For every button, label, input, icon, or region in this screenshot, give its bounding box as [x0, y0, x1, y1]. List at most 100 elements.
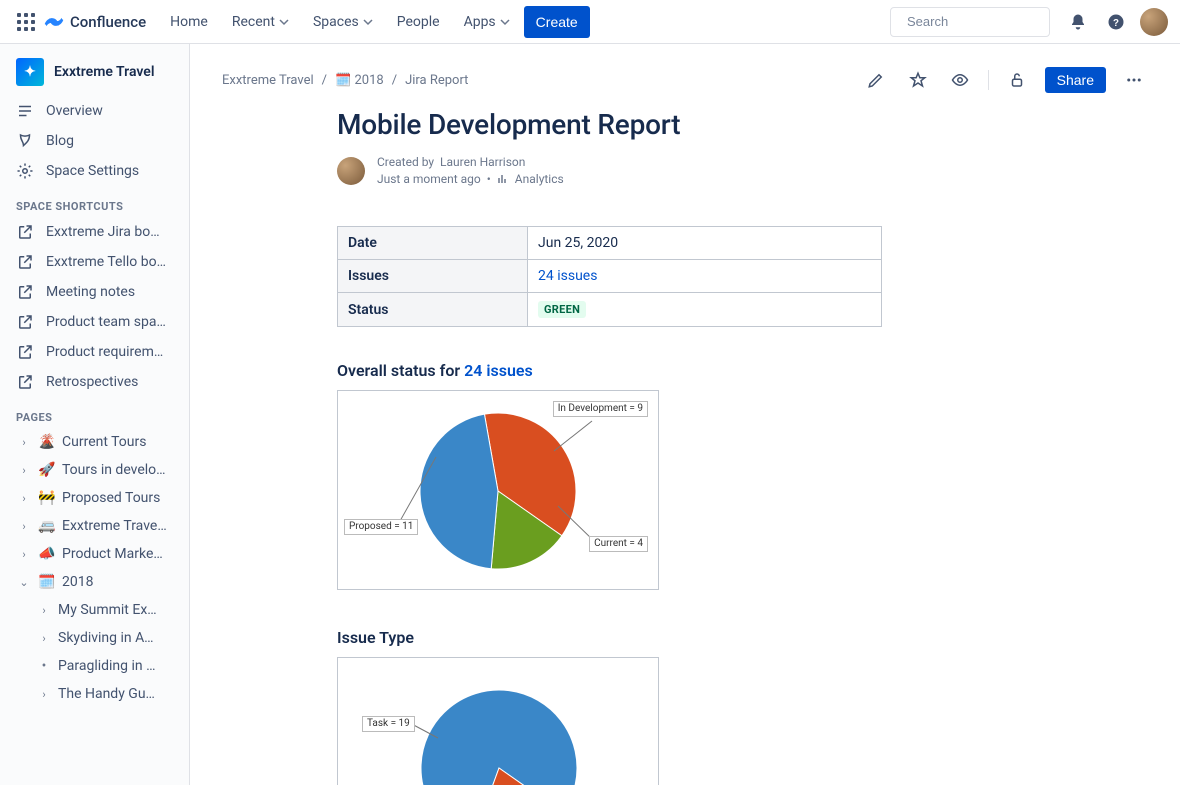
tree-toggle-icon[interactable]: › [16, 436, 32, 449]
overall-status-chart: Proposed = 11 In Development = 9 Current… [337, 390, 659, 590]
star-button[interactable] [904, 66, 932, 94]
blog-icon [16, 132, 34, 150]
product-logo[interactable]: Confluence [44, 12, 146, 32]
nav-spaces[interactable]: Spaces [303, 6, 383, 38]
share-button[interactable]: Share [1045, 67, 1106, 93]
table-key: Date [338, 227, 528, 260]
section-issue-type: Issue Type [337, 628, 1033, 647]
shortcut-label: Meeting notes [46, 284, 135, 300]
created-by-label: Created by [377, 155, 434, 169]
sidebar-item-label: Space Settings [46, 163, 139, 179]
sidebar-item-blog[interactable]: Blog [0, 126, 189, 156]
page-tree-item[interactable]: ›🚐Exxtreme Travel … [0, 512, 189, 540]
pencil-icon [867, 71, 885, 89]
page-tree-item[interactable]: ⌄ 🗓️ 2018 [0, 568, 189, 596]
external-link-icon [16, 343, 34, 361]
page-tree-item[interactable]: ›📣Product Marketin… [0, 540, 189, 568]
issues-link[interactable]: 24 issues [464, 361, 533, 380]
more-actions-button[interactable] [1120, 66, 1148, 94]
tree-toggle-icon[interactable]: › [16, 520, 32, 533]
page-main: Exxtreme Travel / 🗓️ 2018 / Jira Report … [190, 44, 1180, 785]
shortcut-item[interactable]: Product requiremen… [0, 337, 189, 367]
external-link-icon [16, 313, 34, 331]
page-tree-item[interactable]: ›🚀Tours in develop… [0, 456, 189, 484]
shortcut-label: Exxtreme Tello board [46, 254, 166, 270]
page-tree-item[interactable]: › The Handy Guide… [0, 680, 189, 708]
breadcrumb-item[interactable]: 🗓️ 2018 [335, 73, 384, 88]
author-avatar[interactable] [337, 157, 365, 185]
table-key: Status [338, 293, 528, 327]
section-overall-status: Overall status for 24 issues [337, 361, 1033, 380]
lock-open-icon [1008, 71, 1026, 89]
issues-link[interactable]: 24 issues [538, 268, 597, 284]
chart-label-proposed: Proposed = 11 [344, 519, 418, 535]
help-icon[interactable]: ? [1102, 8, 1130, 36]
shortcut-item[interactable]: Exxtreme Jira board [0, 217, 189, 247]
page-tree-item[interactable]: ›My Summit Exper… [0, 596, 189, 624]
external-link-icon [16, 223, 34, 241]
page-emoji: 🚧 [38, 490, 56, 506]
global-nav-left: Confluence Home Recent Spaces People App… [12, 6, 590, 38]
status-badge: GREEN [538, 301, 586, 318]
page-tree-label: Current Tours [62, 434, 146, 450]
page-title: Mobile Development Report [337, 108, 1033, 141]
notifications-icon[interactable] [1064, 8, 1092, 36]
tree-toggle-icon[interactable]: › [36, 688, 52, 701]
global-search[interactable] [890, 7, 1050, 37]
page-tree-item[interactable]: › 🚧 Proposed Tours [0, 484, 189, 512]
shortcut-item[interactable]: Exxtreme Tello board [0, 247, 189, 277]
breadcrumb-item[interactable]: Jira Report [405, 73, 468, 88]
page-tree-item[interactable]: ›Skydiving in Aust… [0, 624, 189, 652]
page-tree-label: Paragliding in Co… [58, 658, 158, 674]
sidebar-item-space-settings[interactable]: Space Settings [0, 156, 189, 186]
tree-toggle-icon[interactable]: › [36, 604, 52, 617]
page-tree-label: Proposed Tours [62, 490, 160, 506]
breadcrumb: Exxtreme Travel / 🗓️ 2018 / Jira Report [222, 73, 468, 88]
nav-people[interactable]: People [387, 6, 450, 38]
app-switcher-icon[interactable] [12, 8, 40, 36]
nav-apps[interactable]: Apps [454, 6, 520, 38]
edit-button[interactable] [862, 66, 890, 94]
shortcut-item[interactable]: Meeting notes [0, 277, 189, 307]
space-header[interactable]: ✦ Exxtreme Travel [0, 44, 189, 96]
page-header: Exxtreme Travel / 🗓️ 2018 / Jira Report … [190, 44, 1180, 94]
page-tree-item[interactable]: •Paragliding in Co… [0, 652, 189, 680]
tree-toggle-icon[interactable]: › [16, 548, 32, 561]
shortcut-item[interactable]: Retrospectives [0, 367, 189, 397]
svg-text:?: ? [1113, 17, 1119, 28]
page-emoji: 🗓️ [38, 574, 56, 590]
nav-home[interactable]: Home [160, 6, 218, 38]
page-emoji: 🚀 [38, 462, 56, 478]
issue-type-chart: Task = 19 [337, 657, 659, 785]
profile-avatar[interactable] [1140, 8, 1168, 36]
watch-button[interactable] [946, 66, 974, 94]
tree-toggle-icon[interactable]: › [16, 492, 32, 505]
nav-recent[interactable]: Recent [222, 6, 299, 38]
chevron-down-icon [500, 17, 510, 27]
tree-toggle-icon[interactable]: › [36, 632, 52, 645]
restrictions-button[interactable] [1003, 66, 1031, 94]
breadcrumb-item[interactable]: Exxtreme Travel [222, 73, 314, 88]
search-input[interactable] [905, 13, 1085, 30]
summary-table: Date Jun 25, 2020 Issues 24 issues Statu… [337, 226, 882, 327]
star-icon [909, 71, 927, 89]
page-emoji: 🚐 [38, 518, 56, 534]
page-tree-label: The Handy Guide… [58, 686, 158, 702]
external-link-icon [16, 283, 34, 301]
tree-toggle-icon[interactable]: › [16, 464, 32, 477]
author-name[interactable]: Lauren Harrison [440, 155, 525, 169]
eye-icon [951, 71, 969, 89]
page-tree-label: 2018 [62, 574, 93, 590]
sidebar-section-shortcuts: SPACE SHORTCUTS [0, 186, 189, 217]
overview-icon [16, 102, 34, 120]
chevron-down-icon [279, 17, 289, 27]
analytics-link[interactable]: Analytics [515, 172, 564, 186]
sidebar-item-overview[interactable]: Overview [0, 96, 189, 126]
create-button[interactable]: Create [524, 6, 590, 38]
product-name: Confluence [70, 13, 146, 31]
tree-toggle-icon[interactable]: ⌄ [16, 576, 32, 589]
external-link-icon [16, 373, 34, 391]
shortcut-item[interactable]: Product team space [0, 307, 189, 337]
page-tree-item[interactable]: ›🌋Current Tours [0, 428, 189, 456]
table-row: Issues 24 issues [338, 260, 882, 293]
